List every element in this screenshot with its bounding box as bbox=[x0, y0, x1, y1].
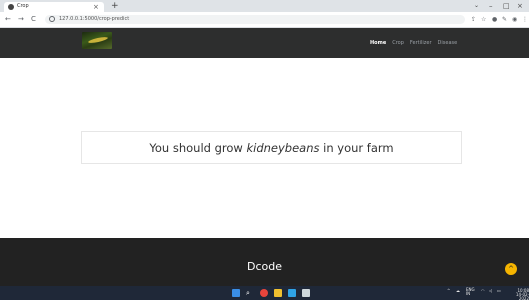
result-suffix: in your farm bbox=[319, 140, 394, 155]
nav-link-disease[interactable]: Disease bbox=[438, 40, 458, 46]
result-text: You should grow kidneybeans in your farm bbox=[149, 141, 393, 155]
profile-icon[interactable]: ◉ bbox=[512, 15, 517, 24]
tab-close-icon[interactable]: × bbox=[93, 2, 99, 12]
tab-search-icon[interactable]: ⌄ bbox=[474, 0, 479, 12]
bookmark-icon[interactable]: ☆ bbox=[481, 15, 486, 24]
maximize-button[interactable]: □ bbox=[503, 0, 510, 12]
file-explorer-icon[interactable] bbox=[274, 289, 282, 297]
tray-language[interactable]: ENG IN bbox=[466, 288, 475, 296]
site-navbar: Home Crop Fertilizer Disease bbox=[0, 28, 529, 58]
chrome-icon[interactable] bbox=[260, 289, 268, 297]
extensions-puzzle-icon[interactable]: ✎ bbox=[502, 15, 507, 24]
browser-toolbar: ← → C 127.0.0.1:5000/crop-predict ⇪ ☆ ● … bbox=[0, 12, 529, 28]
address-bar[interactable]: 127.0.0.1:5000/crop-predict bbox=[45, 15, 465, 24]
scroll-to-top-button[interactable]: ^ bbox=[505, 263, 517, 275]
leaf-image bbox=[87, 35, 109, 45]
terminal-icon[interactable] bbox=[302, 289, 310, 297]
search-icon[interactable]: ⌕ bbox=[246, 289, 254, 297]
nav-link-fertilizer[interactable]: Fertilizer bbox=[410, 40, 432, 46]
minimize-button[interactable]: – bbox=[489, 0, 493, 12]
chevron-up-icon: ^ bbox=[508, 265, 514, 273]
battery-icon[interactable]: ▭ bbox=[497, 289, 501, 293]
clock[interactable]: 10:08 14-02-2022 bbox=[507, 289, 529, 301]
site-footer: Dcode ^ bbox=[0, 238, 529, 286]
menu-kebab-icon[interactable]: ⋮ bbox=[522, 15, 528, 24]
back-button[interactable]: ← bbox=[5, 14, 11, 25]
extension-icon[interactable]: ● bbox=[492, 15, 497, 24]
tray-region-text: IN bbox=[466, 291, 471, 296]
share-icon[interactable]: ⇪ bbox=[471, 15, 476, 24]
result-crop: kidneybeans bbox=[246, 140, 320, 155]
nav-link-crop[interactable]: Crop bbox=[392, 40, 404, 46]
tray-cloud-icon[interactable]: ☁ bbox=[456, 289, 460, 293]
url-text: 127.0.0.1:5000/crop-predict bbox=[59, 16, 130, 22]
volume-icon[interactable]: ◁ bbox=[489, 289, 492, 293]
browser-tab-strip: Crop × + ⌄ – □ × bbox=[0, 0, 529, 12]
windows-taskbar: ⌕ ^ ☁ ENG IN ◠ ◁ ▭ 10:08 14-02-2022 bbox=[0, 286, 529, 301]
footer-brand: Dcode bbox=[247, 260, 282, 273]
forward-button[interactable]: → bbox=[18, 14, 24, 25]
nav-link-home[interactable]: Home bbox=[370, 40, 386, 46]
start-icon[interactable] bbox=[232, 289, 240, 297]
result-prefix: You should grow bbox=[149, 140, 247, 155]
vscode-icon[interactable] bbox=[288, 289, 296, 297]
result-card: You should grow kidneybeans in your farm bbox=[81, 131, 462, 164]
close-window-button[interactable]: × bbox=[517, 0, 523, 12]
browser-tab[interactable]: Crop × bbox=[4, 2, 104, 12]
new-tab-button[interactable]: + bbox=[111, 1, 119, 11]
tab-title: Crop bbox=[17, 3, 29, 9]
favicon-icon bbox=[8, 4, 14, 10]
wifi-icon[interactable]: ◠ bbox=[481, 289, 485, 293]
nav-links: Home Crop Fertilizer Disease bbox=[370, 40, 457, 46]
site-logo[interactable] bbox=[82, 32, 112, 49]
site-info-icon[interactable] bbox=[49, 16, 55, 22]
tray-chevron-icon[interactable]: ^ bbox=[447, 289, 450, 293]
reload-button[interactable]: C bbox=[31, 14, 36, 25]
